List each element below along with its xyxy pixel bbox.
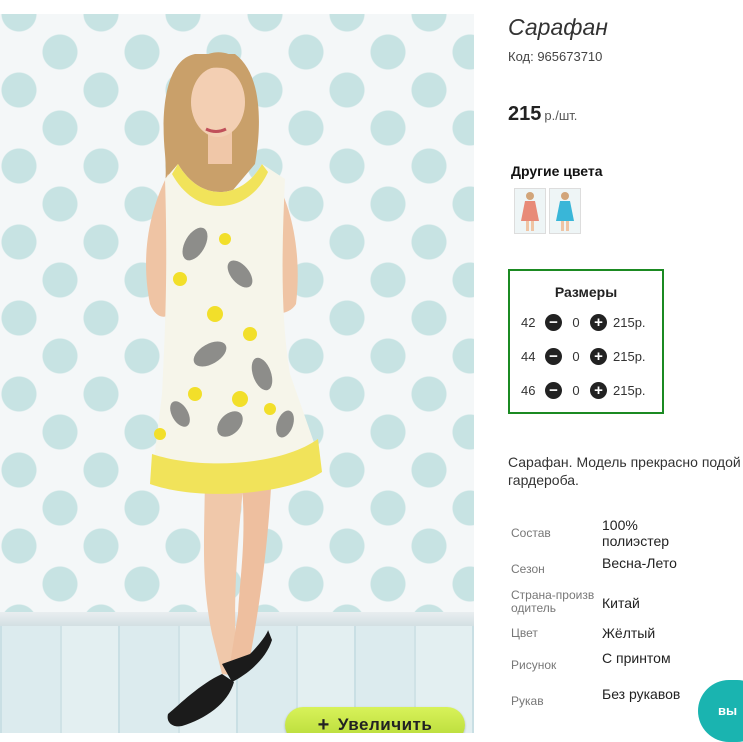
minus-icon[interactable]: − [545, 313, 562, 331]
property-key: Страна-производитель [511, 588, 595, 615]
property-key: Рисунок [511, 658, 557, 672]
size-label: 42 [521, 314, 536, 330]
sizes-title: Размеры [554, 284, 618, 300]
size-label: 44 [521, 348, 536, 364]
size-row: 44 − 0 + 215р. [521, 346, 646, 366]
zoom-button-label: Увеличить [337, 715, 433, 733]
size-quantity: 0 [572, 314, 580, 330]
price-unit: р./шт. [544, 108, 578, 123]
size-row: 46 − 0 + 215р. [521, 380, 646, 400]
description-line: гардероба. [508, 472, 579, 488]
product-description: Сарафан. Модель прекрасно подой гардероб… [508, 453, 743, 489]
property-value: С принтом [602, 650, 671, 666]
plus-icon[interactable]: + [590, 381, 607, 399]
property-key: Цвет [511, 626, 538, 640]
other-colors-title: Другие цвета [511, 163, 603, 179]
minus-icon[interactable]: − [545, 347, 562, 365]
description-line: Сарафан. Модель прекрасно подой [508, 454, 741, 470]
property-key: Состав [511, 526, 551, 540]
model-in-dress-illustration [146, 52, 322, 727]
plus-icon[interactable]: + [590, 313, 607, 331]
swatch-thumbnail [550, 189, 580, 233]
size-quantity: 0 [572, 348, 580, 364]
size-row: 42 − 0 + 215р. [521, 312, 646, 332]
color-swatch-coral[interactable] [514, 188, 546, 234]
property-key: Сезон [511, 562, 545, 576]
property-key: Рукав [511, 694, 544, 708]
size-quantity: 0 [572, 382, 580, 398]
property-value: Жёлтый [602, 625, 656, 641]
product-image[interactable]: + Увеличить [0, 14, 474, 733]
property-value: Весна-Лето [602, 555, 677, 571]
property-value: Без рукавов [602, 686, 681, 702]
minus-icon[interactable]: − [545, 381, 562, 399]
color-swatch-blue[interactable] [549, 188, 581, 234]
size-price: 215р. [613, 314, 646, 330]
sizes-panel: Размеры 42 − 0 + 215р. 44 − 0 + 215р. 46… [508, 269, 664, 414]
size-price: 215р. [613, 382, 646, 398]
product-price: 215 р./шт. [508, 103, 577, 126]
zoom-button[interactable]: + Увеличить [285, 707, 465, 733]
product-code: Код: 965673710 [508, 49, 603, 64]
size-price: 215р. [613, 348, 646, 364]
plus-icon: + [317, 714, 330, 733]
swatch-thumbnail [515, 189, 545, 233]
property-value: 100% полиэстер [602, 517, 670, 549]
price-value: 215 [508, 103, 542, 125]
plus-icon[interactable]: + [590, 347, 607, 365]
product-title: Сарафан [508, 14, 608, 40]
property-value: Китай [602, 595, 640, 611]
size-label: 46 [521, 382, 536, 398]
